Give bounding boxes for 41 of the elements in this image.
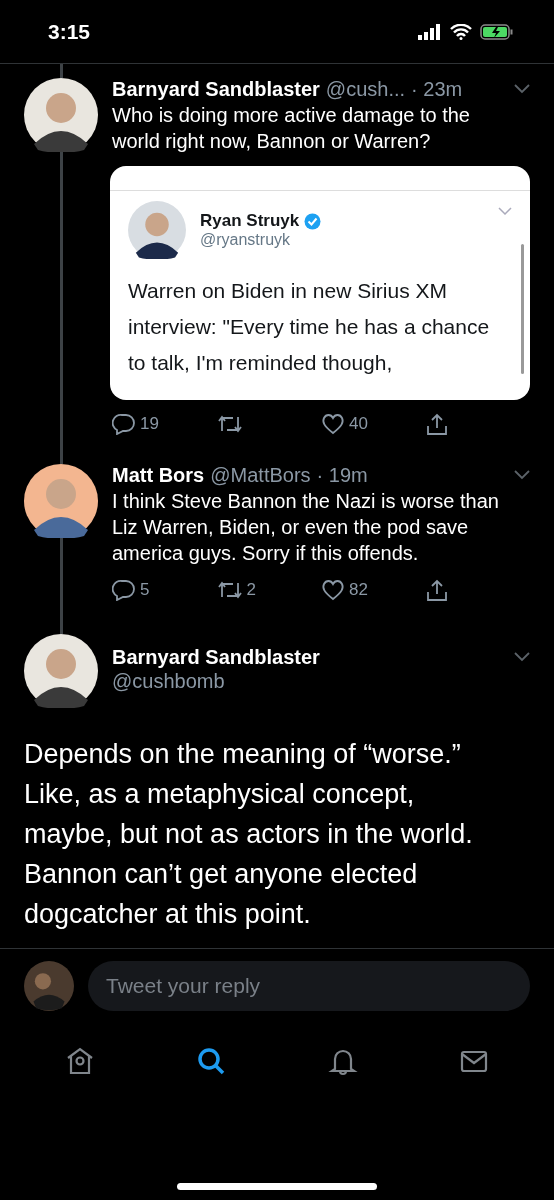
reply-icon[interactable] bbox=[112, 579, 136, 601]
status-time: 3:15 bbox=[48, 19, 91, 44]
author-handle: @cush... bbox=[325, 77, 406, 102]
chevron-icon[interactable] bbox=[514, 652, 530, 662]
avatar bbox=[128, 201, 186, 259]
author-name: Matt Bors bbox=[112, 463, 205, 488]
share-icon[interactable] bbox=[425, 412, 448, 436]
tweet-text: Who is doing more active damage to the world right now, Bannon or Warren? bbox=[112, 103, 471, 154]
share-icon[interactable] bbox=[425, 578, 448, 602]
reply-count: 5 bbox=[140, 580, 150, 600]
signal-icon bbox=[418, 23, 442, 40]
chevron-icon bbox=[498, 207, 512, 216]
retweet-icon[interactable] bbox=[216, 580, 243, 600]
reply-icon[interactable] bbox=[112, 413, 136, 435]
avatar[interactable] bbox=[24, 464, 98, 538]
chevron-icon[interactable] bbox=[514, 84, 530, 94]
reply-field[interactable]: Tweet your reply bbox=[88, 961, 530, 1011]
tweet-text: Warren on Biden in new Sirius XM interview: "Every time he has a chance to talk, I'm reminded though, bbox=[128, 278, 491, 376]
battery-icon bbox=[480, 23, 514, 40]
reply-count: 19 bbox=[140, 414, 159, 434]
tweet-time: · 19m bbox=[316, 463, 368, 488]
author-name: Barnyard Sandblaster bbox=[112, 645, 320, 670]
author-handle: @ryanstruyk bbox=[200, 231, 292, 249]
author-name: Ryan Struyk bbox=[200, 211, 300, 231]
chevron-icon[interactable] bbox=[514, 470, 530, 480]
heart-icon[interactable] bbox=[321, 413, 345, 435]
wifi-icon bbox=[450, 23, 472, 40]
author-handle: @cushbomb bbox=[112, 670, 226, 693]
avatar[interactable] bbox=[24, 78, 98, 152]
tweet-text: Depends on the meaning of “worse.” Like, as a metaphysical concept, maybe, but not as actors in the world. Bannon can’t get anyone elected dogcatcher at this point. bbox=[0, 708, 554, 949]
like-count: 40 bbox=[349, 414, 368, 434]
heart-icon[interactable] bbox=[321, 579, 345, 601]
tweet-time: · 23m bbox=[411, 77, 463, 102]
author-handle: @MattBors bbox=[210, 463, 311, 488]
verified-icon bbox=[304, 212, 322, 230]
retweet-count: 2 bbox=[246, 580, 256, 600]
author-name: Barnyard Sandblaster bbox=[112, 77, 320, 102]
like-count: 82 bbox=[349, 580, 368, 600]
avatar[interactable] bbox=[24, 634, 98, 708]
retweet-icon[interactable] bbox=[216, 414, 243, 434]
tweet-text: I think Steve Bannon the Nazi is worse than Liz Warren, Biden, or even the pod save america guys. Sorry if this offends. bbox=[112, 489, 500, 566]
